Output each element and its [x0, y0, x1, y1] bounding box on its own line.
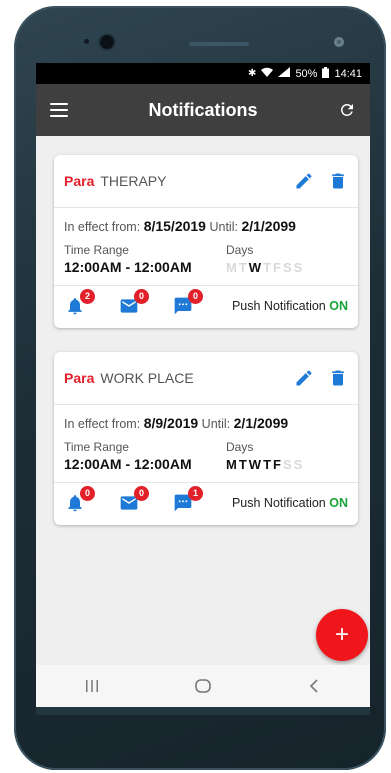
edit-icon[interactable] [294, 171, 314, 191]
day-toggle: F [273, 260, 281, 275]
days-value: MTWTFSS [226, 456, 304, 472]
battery-percent: 50% [295, 67, 318, 80]
day-toggle: W [248, 260, 262, 275]
back-icon[interactable] [304, 676, 324, 696]
until-label: Until: [201, 417, 231, 431]
push-state: ON [329, 496, 348, 510]
system-nav-bar [36, 665, 370, 707]
bell-icon[interactable]: 0 [64, 486, 95, 513]
schedule: Time Range 12:00AM - 12:00AM Days M T W T F S S [64, 440, 348, 472]
day-toggle: W [248, 457, 262, 472]
mail-count-badge: 0 [134, 486, 149, 501]
day-toggle: T [263, 260, 272, 275]
add-button[interactable]: + [316, 609, 368, 661]
day-toggle: T [238, 457, 247, 472]
bell-count-badge: 2 [80, 289, 95, 304]
time-range-value: 12:00AM - 12:00AM [64, 259, 192, 275]
screen: ✱ 50% 14:41 Notifications Para THERAPY In … [36, 63, 370, 707]
bluetooth-icon: ✱ [248, 68, 257, 79]
effect-label: In effect from: [64, 417, 141, 431]
page-title: Notifications [148, 99, 258, 120]
notification-card[interactable]: Para WORK PLACE In effect from: 8/9/2019 U… [54, 352, 358, 525]
recents-icon[interactable] [82, 676, 102, 696]
bell-icon[interactable]: 2 [64, 289, 95, 316]
chat-count-badge: 1 [188, 486, 203, 501]
user-name: Para [64, 370, 95, 386]
mail-icon[interactable]: 0 [118, 486, 149, 513]
chat-icon[interactable]: 1 [172, 486, 203, 513]
day-toggle: F [273, 457, 281, 472]
app-bar: Notifications [36, 84, 370, 136]
menu-icon[interactable] [50, 103, 68, 117]
user-name: Para [64, 173, 95, 189]
earpiece-speaker [189, 42, 249, 46]
front-camera [100, 35, 114, 49]
until-label: Until: [209, 220, 238, 234]
status-bar: ✱ 50% 14:41 [36, 63, 370, 84]
time-range-label: Time Range [64, 243, 129, 257]
push-label: Push Notification [231, 299, 326, 313]
day-toggle: T [238, 260, 247, 275]
card-body: In effect from: 8/9/2019 Until: 2/1/2099… [54, 405, 358, 472]
days-label: Days [226, 440, 254, 454]
phone-bottom-bezel [36, 707, 370, 715]
until-date: 2/1/2099 [241, 218, 296, 234]
notification-card[interactable]: Para THERAPY In effect from: 8/15/2019 Unt… [54, 155, 358, 328]
day-toggle: M [226, 260, 237, 275]
edit-icon[interactable] [294, 368, 314, 388]
schedule: Time Range 12:00AM - 12:00AM Days M T W T F S S [64, 243, 348, 275]
push-label: Push Notification [231, 496, 326, 510]
signal-icon [278, 67, 291, 80]
push-state: ON [329, 299, 348, 313]
home-icon[interactable] [193, 676, 213, 696]
day-toggle: S [282, 457, 292, 472]
days: Days M T W T F S S [226, 440, 304, 472]
card-header: Para WORK PLACE [54, 352, 358, 405]
days: Days M T W T F S S [226, 243, 304, 275]
card-footer: 0 0 1 Push Notification ON [54, 482, 358, 525]
effect-label: In effect from: [64, 220, 141, 234]
category-label: WORK PLACE [100, 370, 194, 386]
push-notification-status[interactable]: Push Notification ON [232, 496, 348, 510]
day-toggle: S [282, 260, 292, 275]
effect-period: In effect from: 8/15/2019 Until: 2/1/209… [64, 218, 348, 234]
day-toggle: T [263, 457, 272, 472]
mail-count-badge: 0 [134, 289, 149, 304]
proximity-sensor [334, 37, 344, 47]
refresh-icon[interactable] [338, 101, 356, 119]
until-date: 2/1/2099 [233, 415, 289, 431]
time-range: Time Range 12:00AM - 12:00AM [64, 440, 226, 472]
day-toggle: M [226, 457, 237, 472]
status-time: 14:41 [334, 67, 362, 80]
day-toggle: S [293, 457, 303, 472]
time-range-value: 12:00AM - 12:00AM [64, 456, 192, 472]
mail-icon[interactable]: 0 [118, 289, 149, 316]
days-value: MTWTFSS [226, 259, 304, 275]
battery-icon [322, 66, 330, 81]
chat-icon[interactable]: 0 [172, 289, 203, 316]
card-footer: 2 0 0 Push Notification ON [54, 285, 358, 328]
category-label: THERAPY [100, 173, 167, 189]
day-toggle: S [293, 260, 303, 275]
bell-count-badge: 0 [80, 486, 95, 501]
from-date: 8/15/2019 [143, 218, 206, 234]
card-body: In effect from: 8/15/2019 Until: 2/1/209… [54, 208, 358, 275]
time-range: Time Range 12:00AM - 12:00AM [64, 243, 226, 275]
card-header: Para THERAPY [54, 155, 358, 208]
delete-icon[interactable] [328, 171, 348, 191]
notification-list: Para THERAPY In effect from: 8/15/2019 Unt… [36, 136, 370, 525]
wifi-icon [261, 67, 274, 80]
time-range-label: Time Range [64, 440, 129, 454]
push-notification-status[interactable]: Push Notification ON [232, 299, 348, 313]
from-date: 8/9/2019 [143, 415, 199, 431]
delete-icon[interactable] [328, 368, 348, 388]
days-label: Days [226, 243, 254, 257]
phone-top-bezel [14, 6, 386, 66]
chat-count-badge: 0 [188, 289, 203, 304]
effect-period: In effect from: 8/9/2019 Until: 2/1/2099 [64, 415, 348, 431]
camera-dot [84, 39, 89, 44]
